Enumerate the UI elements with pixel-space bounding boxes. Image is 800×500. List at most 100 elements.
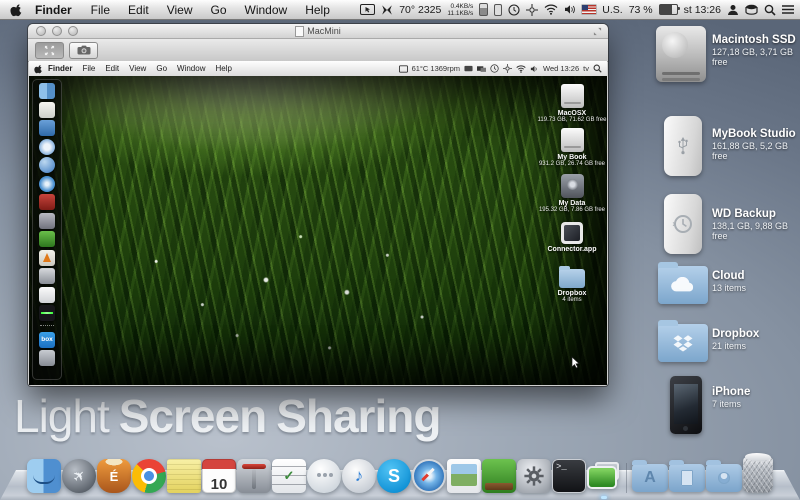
input-source-label[interactable]: U.S.: [602, 4, 622, 16]
menu-file[interactable]: File: [82, 3, 119, 17]
remote-dock-transmit-icon[interactable]: [39, 213, 55, 229]
status-app-icon[interactable]: [381, 4, 393, 16]
desktop-label-mybook-studio[interactable]: MyBook Studio161,88 GB, 5,2 GB free: [712, 128, 800, 161]
desktop-icon-wd-backup[interactable]: [664, 194, 702, 254]
remote-monitor-icon[interactable]: [464, 65, 473, 73]
remote-menu-edit[interactable]: Edit: [100, 64, 124, 73]
remote-dock-preview-icon[interactable]: [39, 102, 55, 118]
remote-apple-menu-icon[interactable]: [34, 64, 43, 74]
dock-utility-icon[interactable]: [237, 459, 271, 493]
desktop-label-macintosh-ssd[interactable]: Macintosh SSD127,18 GB, 3,71 GB free: [712, 34, 800, 67]
user-icon[interactable]: [727, 4, 739, 16]
remote-clock[interactable]: Wed 13:26: [543, 64, 579, 73]
dock-calendar-icon[interactable]: 10: [202, 459, 236, 493]
remote-temp-fan[interactable]: 61°C 1369rpm: [412, 64, 460, 73]
desktop-label-wd-backup[interactable]: WD Backup138,1 GB, 9,88 GB free: [712, 208, 800, 241]
apple-menu-icon[interactable]: [10, 3, 23, 17]
menu-bar-clock[interactable]: st 13:26: [684, 4, 721, 16]
clock-icon[interactable]: [508, 4, 520, 16]
dock-stickies-icon[interactable]: [167, 459, 201, 493]
remote-menu-view[interactable]: View: [124, 64, 151, 73]
screen-recording-icon[interactable]: [360, 4, 375, 15]
dock-system-preferences-icon[interactable]: [517, 459, 551, 493]
remote-dock-finder-icon[interactable]: [39, 83, 55, 99]
menu-finder[interactable]: Finder: [25, 3, 82, 17]
remote-side-dock[interactable]: box: [32, 79, 62, 380]
desktop-icon-dropbox[interactable]: [658, 324, 708, 362]
teleport-icon[interactable]: [526, 4, 538, 16]
remote-dock-photo-booth-icon[interactable]: [39, 268, 55, 284]
remote-dock-display-sharing-icon[interactable]: [39, 120, 55, 136]
screenshot-button[interactable]: [69, 42, 98, 59]
remote-icon-my-book[interactable]: My Book 931.2 GB, 26.74 GB free: [536, 128, 607, 167]
input-source-flag-icon[interactable]: [582, 5, 596, 14]
desktop-label-dropbox[interactable]: Dropbox21 items: [712, 328, 800, 351]
remote-screen[interactable]: Finder File Edit View Go Window Help 61°…: [29, 61, 607, 385]
remote-clock-icon[interactable]: [490, 64, 499, 73]
remote-dock-network-globe-icon[interactable]: [39, 157, 55, 173]
dock-reminders-icon[interactable]: ✓: [272, 459, 306, 493]
dock-skype-icon[interactable]: S: [377, 459, 411, 493]
dock-espresso-icon[interactable]: É: [97, 459, 131, 493]
remote-volume-icon[interactable]: [530, 65, 539, 73]
remote-wifi-icon[interactable]: [516, 65, 526, 73]
dock-remote-desktop-icon[interactable]: [482, 459, 516, 493]
remote-dock-frontrow-icon[interactable]: [39, 194, 55, 210]
menu-go[interactable]: Go: [202, 3, 236, 17]
remote-menu-file[interactable]: File: [77, 64, 100, 73]
remote-dock-box-icon[interactable]: box: [39, 332, 55, 348]
device-battery-icon-2[interactable]: [494, 4, 502, 16]
remote-dock-vlc-cone-icon[interactable]: [39, 250, 55, 266]
remote-menu-bar[interactable]: Finder File Edit View Go Window Help 61°…: [29, 61, 607, 77]
wifi-icon[interactable]: [544, 4, 558, 15]
notification-center-icon[interactable]: [782, 5, 794, 15]
dock-finder-icon[interactable]: [27, 459, 61, 493]
remote-dock-vlc-green-icon[interactable]: [39, 231, 55, 247]
menu-help[interactable]: Help: [296, 3, 339, 17]
window-title-bar[interactable]: MacMini: [28, 24, 608, 39]
dock-trash-icon[interactable]: [743, 457, 773, 493]
remote-icon-connector-app[interactable]: Connector.app: [536, 222, 607, 253]
menu-view[interactable]: View: [158, 3, 202, 17]
dock-chrome-icon[interactable]: [132, 459, 166, 493]
dock-documents-folder-icon[interactable]: [669, 464, 705, 492]
dock-launchpad-icon[interactable]: ✈: [62, 459, 96, 493]
desktop-label-cloud[interactable]: Cloud13 items: [712, 270, 800, 293]
dock-itunes-icon[interactable]: ♪: [342, 459, 376, 493]
desktop-icon-macintosh-ssd[interactable]: [656, 26, 706, 82]
desktop-icon-mybook-studio[interactable]: [664, 116, 702, 176]
dock-users-folder-icon[interactable]: [706, 464, 742, 492]
dock-preview-icon[interactable]: [447, 459, 481, 493]
remote-dock-ipod-icon[interactable]: [39, 287, 55, 303]
battery-percent[interactable]: 73 %: [629, 4, 653, 16]
remote-menu-help[interactable]: Help: [210, 64, 236, 73]
menu-edit[interactable]: Edit: [119, 3, 158, 17]
remote-dock-safari-icon[interactable]: [39, 176, 55, 192]
scale-display-button[interactable]: [35, 42, 64, 59]
menu-window[interactable]: Window: [236, 3, 297, 17]
status-temp-fan[interactable]: 70° 2325: [399, 4, 441, 16]
remote-desktop-wallpaper[interactable]: box MacOSX 119.73 GB, 71.62 GB free My B…: [29, 76, 607, 385]
battery-icon[interactable]: [659, 4, 678, 15]
fullscreen-icon[interactable]: [593, 27, 602, 36]
status-network-speed[interactable]: 0.4KB/s11.1KB/s: [447, 3, 473, 17]
remote-spotlight-icon[interactable]: [593, 64, 602, 73]
remote-menu-window[interactable]: Window: [172, 64, 210, 73]
desktop-icon-cloud[interactable]: [658, 266, 708, 304]
remote-dock-eyetv-icon[interactable]: [39, 305, 55, 321]
dock-messages-icon[interactable]: [307, 459, 341, 493]
desktop-label-iphone[interactable]: iPhone7 items: [712, 386, 800, 409]
remote-icon-macosx[interactable]: MacOSX 119.73 GB, 71.62 GB free: [536, 84, 607, 123]
remote-display-icon[interactable]: [399, 65, 408, 73]
remote-icon-my-data[interactable]: My Data 195.32 GB, 7.86 GB free: [536, 174, 607, 213]
remote-dock-trash-icon[interactable]: [39, 350, 55, 366]
dock-applications-folder-icon[interactable]: A: [632, 464, 668, 492]
remote-displays-icon[interactable]: [477, 65, 486, 73]
dock-terminal-icon[interactable]: >_: [552, 459, 586, 493]
spotlight-icon[interactable]: [764, 4, 776, 16]
device-battery-icon[interactable]: [479, 3, 488, 16]
remote-tv-label[interactable]: tv: [583, 64, 589, 73]
dock-screen-sharing-icon[interactable]: [587, 459, 621, 493]
remote-menu-finder[interactable]: Finder: [43, 64, 77, 73]
remote-teleport-icon[interactable]: [503, 64, 512, 73]
